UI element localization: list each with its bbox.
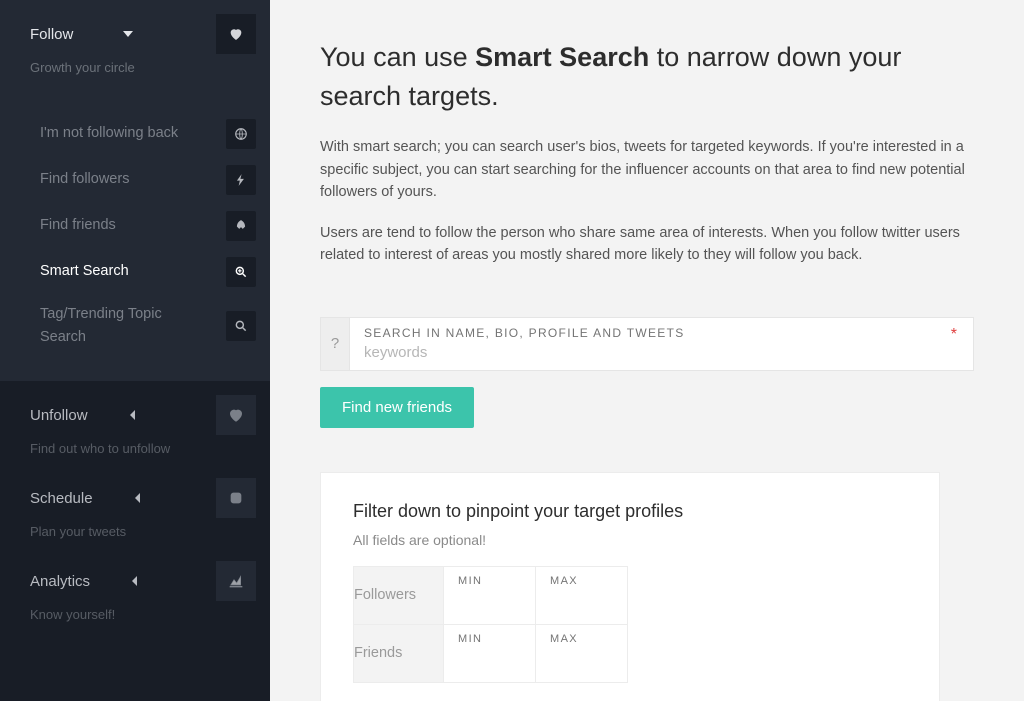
rocket-icon xyxy=(226,211,256,241)
chart-icon xyxy=(216,561,256,601)
nav-label: Tag/Trending Topic Search xyxy=(40,303,180,349)
nav-find-friends[interactable]: Find friends xyxy=(0,203,270,249)
friends-label: Friends xyxy=(354,624,444,682)
filter-title: Filter down to pinpoint your target prof… xyxy=(353,501,907,522)
follow-header[interactable]: Follow xyxy=(30,14,256,54)
main-content: You can use Smart Search to narrow down … xyxy=(270,0,1024,701)
search-icon xyxy=(226,311,256,341)
follow-nav-list: I'm not following back Find followers Fi… xyxy=(0,91,270,381)
follow-subtitle: Growth your circle xyxy=(30,60,256,75)
nav-find-followers[interactable]: Find followers xyxy=(0,157,270,203)
unfollow-title: Unfollow xyxy=(30,407,88,424)
zoom-in-icon xyxy=(226,257,256,287)
unfollow-subtitle: Find out who to unfollow xyxy=(30,441,256,456)
sidebar-section-schedule[interactable]: Schedule Plan your tweets xyxy=(0,464,270,547)
sidebar-section-follow: Follow Growth your circle xyxy=(0,0,270,91)
nav-not-following-back[interactable]: I'm not following back xyxy=(0,111,270,157)
sidebar-section-unfollow[interactable]: Unfollow Find out who to unfollow xyxy=(0,381,270,464)
schedule-title: Schedule xyxy=(30,490,93,507)
heart-outline-icon xyxy=(216,395,256,435)
search-field-wrapper: SEARCH IN NAME, BIO, PROFILE AND TWEETS … xyxy=(350,317,974,371)
description-1: With smart search; you can search user's… xyxy=(320,136,965,203)
sidebar-section-analytics[interactable]: Analytics Know yourself! xyxy=(0,547,270,630)
search-row: ? SEARCH IN NAME, BIO, PROFILE AND TWEET… xyxy=(320,317,974,371)
nav-tag-trending-search[interactable]: Tag/Trending Topic Search xyxy=(0,295,270,357)
analytics-title: Analytics xyxy=(30,573,90,590)
chevron-left-icon xyxy=(128,410,138,420)
chevron-left-icon xyxy=(133,493,143,503)
help-icon[interactable]: ? xyxy=(320,317,350,371)
nav-smart-search[interactable]: Smart Search xyxy=(0,249,270,295)
filter-row-followers: Followers MIN MAX xyxy=(354,566,628,624)
nav-label: Find followers xyxy=(40,168,129,191)
schedule-subtitle: Plan your tweets xyxy=(30,524,256,539)
heart-icon xyxy=(216,14,256,54)
stop-icon xyxy=(216,478,256,518)
globe-icon xyxy=(226,119,256,149)
search-input[interactable] xyxy=(364,344,959,361)
description-2: Users are tend to follow the person who … xyxy=(320,222,965,267)
max-label: MAX xyxy=(550,575,578,587)
min-label: MIN xyxy=(458,575,482,587)
required-indicator: * xyxy=(951,326,957,344)
filter-subtitle: All fields are optional! xyxy=(353,532,907,548)
nav-label: Smart Search xyxy=(40,260,129,283)
title-pre: You can use xyxy=(320,42,475,72)
search-label: SEARCH IN NAME, BIO, PROFILE AND TWEETS xyxy=(364,326,959,340)
page-title: You can use Smart Search to narrow down … xyxy=(320,38,974,116)
follow-title: Follow xyxy=(30,26,73,43)
min-label: MIN xyxy=(458,633,482,645)
max-label: MAX xyxy=(550,633,578,645)
filter-row-friends: Friends MIN MAX xyxy=(354,624,628,682)
chevron-down-icon xyxy=(123,29,133,39)
nav-label: Find friends xyxy=(40,214,116,237)
nav-label: I'm not following back xyxy=(40,122,178,145)
bolt-icon xyxy=(226,165,256,195)
filter-table: Followers MIN MAX Friends MIN MAX xyxy=(353,566,628,683)
sidebar: Follow Growth your circle I'm not follow… xyxy=(0,0,270,701)
find-friends-button[interactable]: Find new friends xyxy=(320,387,474,428)
followers-label: Followers xyxy=(354,566,444,624)
analytics-subtitle: Know yourself! xyxy=(30,607,256,622)
title-bold: Smart Search xyxy=(475,42,649,72)
chevron-left-icon xyxy=(130,576,140,586)
filter-panel: Filter down to pinpoint your target prof… xyxy=(320,472,940,701)
